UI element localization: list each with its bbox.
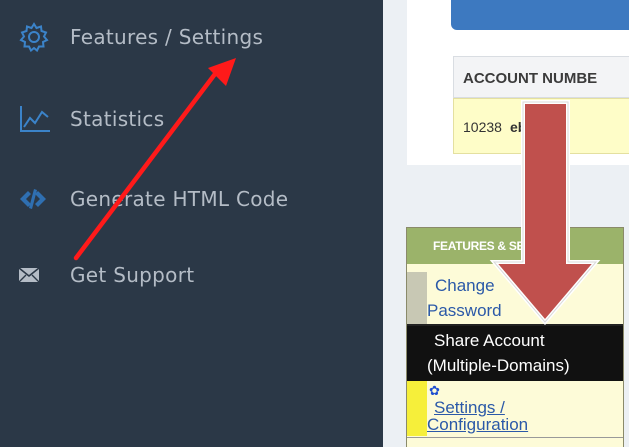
sidebar-item-features-settings[interactable]: Features / Settings — [18, 22, 264, 53]
sidebar-item-label: Features / Settings — [70, 25, 264, 49]
account-number-header: ACCOUNT NUMBE — [453, 56, 629, 98]
account-name: ebmast — [509, 119, 559, 135]
sidebar-item-label: Statistics — [70, 107, 165, 131]
sidebar-item-label: Generate HTML Code — [70, 187, 289, 211]
row-stripe — [407, 381, 427, 436]
features-settings-panel: FEATURES & SETTINGS Change Password Shar… — [406, 227, 624, 447]
sidebar: Features / Settings Statistics Generate — [0, 0, 383, 447]
panel-bottom — [407, 437, 623, 447]
code-icon — [18, 184, 54, 214]
link-label-line2: (Multiple-Domains) — [427, 356, 570, 375]
gear-icon — [18, 22, 54, 53]
settings-configuration-link[interactable]: ✿ Settings / Configuration — [407, 381, 623, 436]
link-label-line1: Share Account — [434, 331, 545, 350]
envelope-icon — [18, 260, 54, 290]
account-row: 10238 ebmast — [453, 98, 629, 154]
sidebar-item-get-support[interactable]: Get Support — [18, 260, 194, 290]
panel-title: FEATURES & SETTINGS — [407, 228, 623, 264]
share-account-link[interactable]: Share Account (Multiple-Domains) — [407, 326, 623, 381]
account-number: 10238 — [463, 119, 502, 135]
sidebar-item-label: Get Support — [70, 263, 195, 287]
chart-icon — [18, 104, 54, 134]
row-stripe — [407, 272, 427, 326]
link-label-line2: Configuration — [427, 415, 529, 434]
link-label-line2: Password — [427, 301, 502, 320]
sidebar-item-statistics[interactable]: Statistics — [18, 104, 164, 134]
link-label-line1: Change — [435, 276, 495, 295]
change-password-link[interactable]: Change Password — [407, 272, 623, 326]
content-area: ACCOUNT NUMBE 10238 ebmast FEATURES & SET… — [383, 0, 629, 447]
sidebar-item-generate-html[interactable]: Generate HTML Code — [18, 184, 288, 214]
header-bar — [451, 0, 629, 30]
